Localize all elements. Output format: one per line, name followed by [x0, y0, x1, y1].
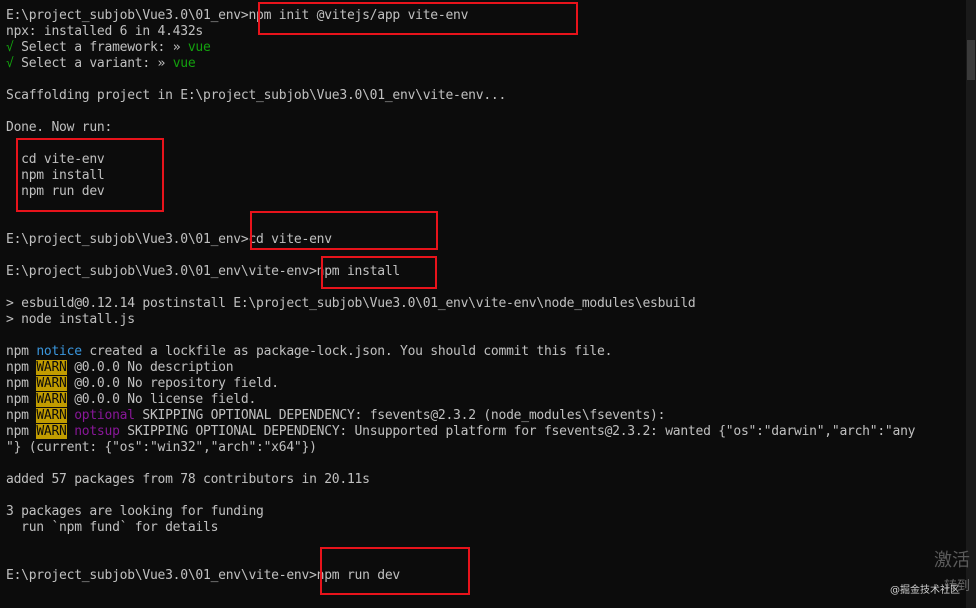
- output-text: added 57 packages from 78 contributors i…: [6, 472, 370, 487]
- output-text: > esbuild@0.12.14 postinstall E:\project…: [6, 296, 696, 311]
- terminal-window[interactable]: E:\project_subjob\Vue3.0\01_env>npm init…: [0, 0, 976, 608]
- terminal-line: npm WARN @0.0.0 No license field.: [6, 392, 256, 408]
- npm-prefix: npm: [6, 408, 37, 423]
- npm-prefix: npm: [6, 424, 37, 439]
- terminal-line: > node install.js: [6, 312, 135, 328]
- terminal-line: npx: installed 6 in 4.432s: [6, 24, 203, 40]
- prompt-path: E:\project_subjob\Vue3.0\01_env>: [6, 232, 249, 247]
- npm-prefix: npm: [6, 344, 37, 359]
- terminal-line: run `npm fund` for details: [6, 520, 218, 536]
- notice-badge: notice: [36, 344, 82, 359]
- warn-badge: WARN: [36, 424, 67, 439]
- windows-activation-watermark: 激活: [934, 550, 970, 571]
- npm-prefix: npm: [6, 392, 37, 407]
- terminal-line: E:\project_subjob\Vue3.0\01_env>cd vite-…: [6, 232, 332, 248]
- terminal-line: npm notice created a lockfile as package…: [6, 344, 612, 360]
- output-text: "} (current: {"os":"win32","arch":"x64"}…: [6, 440, 317, 455]
- check-icon: √: [6, 56, 14, 71]
- output-text: @0.0.0 No license field.: [66, 392, 257, 407]
- terminal-line: npm WARN optional SKIPPING OPTIONAL DEPE…: [6, 408, 665, 424]
- optional-tag: optional: [66, 408, 135, 423]
- terminal-line: Done. Now run:: [6, 120, 112, 136]
- warn-badge: WARN: [36, 392, 67, 407]
- prompt-path: E:\project_subjob\Vue3.0\01_env\vite-env…: [6, 264, 317, 279]
- terminal-line: npm WARN @0.0.0 No repository field.: [6, 376, 279, 392]
- npm-prefix: npm: [6, 376, 37, 391]
- output-text: SKIPPING OPTIONAL DEPENDENCY: Unsupporte…: [119, 424, 916, 439]
- selected-value: vue: [172, 56, 196, 71]
- output-text: @0.0.0 No repository field.: [66, 376, 279, 391]
- terminal-line: √ Select a framework: » vue: [6, 40, 211, 56]
- check-icon: √: [6, 40, 14, 55]
- output-text: SKIPPING OPTIONAL DEPENDENCY: fsevents@2…: [134, 408, 666, 423]
- command-text: cd vite-env: [248, 232, 332, 247]
- output-text: 3 packages are looking for funding: [6, 504, 264, 519]
- terminal-line: npm WARN notsup SKIPPING OPTIONAL DEPEND…: [6, 424, 915, 440]
- output-text: Select a framework: »: [13, 40, 188, 55]
- terminal-line: E:\project_subjob\Vue3.0\01_env\vite-env…: [6, 264, 400, 280]
- output-text: run `npm fund` for details: [6, 520, 219, 535]
- terminal-line: added 57 packages from 78 contributors i…: [6, 472, 370, 488]
- selected-value: vue: [187, 40, 211, 55]
- terminal-line: 3 packages are looking for funding: [6, 504, 264, 520]
- terminal-line: > esbuild@0.12.14 postinstall E:\project…: [6, 296, 696, 312]
- prompt-path: E:\project_subjob\Vue3.0\01_env>: [6, 8, 249, 23]
- terminal-line: npm WARN @0.0.0 No description: [6, 360, 234, 376]
- warn-badge: WARN: [36, 408, 67, 423]
- terminal-line: cd vite-env: [6, 152, 105, 168]
- output-text: Scaffolding project in E:\project_subjob…: [6, 88, 507, 103]
- command-text: npm install: [316, 264, 401, 279]
- terminal-line: npm install: [6, 168, 105, 184]
- notsup-tag: notsup: [66, 424, 120, 439]
- output-text: > node install.js: [6, 312, 135, 327]
- output-text: cd vite-env: [6, 152, 105, 167]
- output-text: @0.0.0 No description: [66, 360, 234, 375]
- terminal-line: E:\project_subjob\Vue3.0\01_env\vite-env…: [6, 568, 400, 584]
- command-text: npm init @vitejs/app vite-env: [248, 8, 469, 23]
- command-text: npm run dev: [316, 568, 401, 583]
- terminal-line: npm run dev: [6, 184, 105, 200]
- output-text: npx: installed 6 in 4.432s: [6, 24, 203, 39]
- output-text: npm run dev: [6, 184, 105, 199]
- output-text: Select a variant: »: [13, 56, 173, 71]
- terminal-line: E:\project_subjob\Vue3.0\01_env>npm init…: [6, 8, 468, 24]
- vertical-scrollbar[interactable]: [966, 0, 976, 608]
- warn-badge: WARN: [36, 376, 67, 391]
- npm-prefix: npm: [6, 360, 37, 375]
- terminal-line: Scaffolding project in E:\project_subjob…: [6, 88, 506, 104]
- scrollbar-thumb[interactable]: [967, 40, 975, 80]
- terminal-line: "} (current: {"os":"win32","arch":"x64"}…: [6, 440, 317, 456]
- output-text: created a lockfile as package-lock.json.…: [81, 344, 613, 359]
- prompt-path: E:\project_subjob\Vue3.0\01_env\vite-env…: [6, 568, 317, 583]
- warn-badge: WARN: [36, 360, 67, 375]
- output-text: Done. Now run:: [6, 120, 113, 135]
- terminal-line: √ Select a variant: » vue: [6, 56, 196, 72]
- output-text: npm install: [6, 168, 105, 183]
- site-watermark: @掘金技术社区: [890, 585, 960, 596]
